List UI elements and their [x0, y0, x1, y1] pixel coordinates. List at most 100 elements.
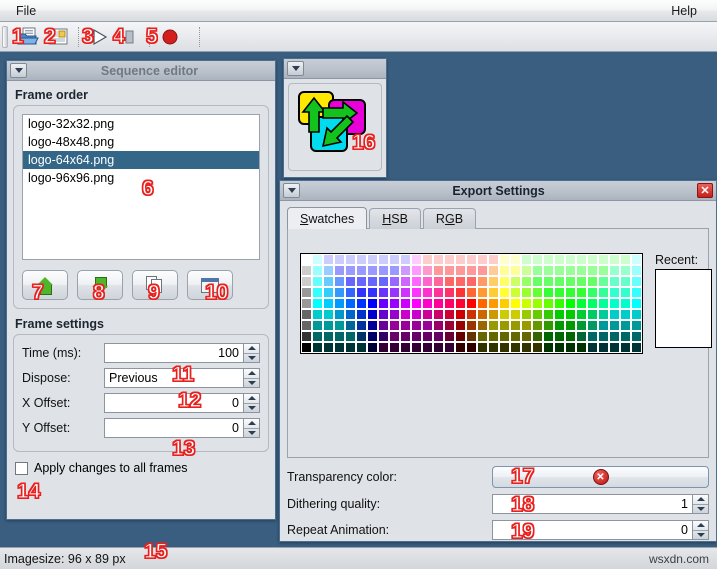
recent-color-swatch[interactable]	[678, 270, 689, 281]
color-swatch[interactable]	[521, 276, 532, 287]
list-item[interactable]: logo-64x64.png	[23, 151, 259, 169]
recent-color-swatch[interactable]	[667, 314, 678, 325]
color-swatch[interactable]	[312, 342, 323, 353]
toolbar-drag-handle[interactable]	[2, 26, 8, 48]
color-swatch[interactable]	[411, 265, 422, 276]
color-swatch[interactable]	[444, 320, 455, 331]
color-swatch[interactable]	[356, 265, 367, 276]
color-swatch[interactable]	[521, 342, 532, 353]
color-swatch[interactable]	[356, 331, 367, 342]
recent-color-swatch[interactable]	[656, 281, 667, 292]
color-swatch[interactable]	[565, 331, 576, 342]
color-swatch[interactable]	[631, 331, 642, 342]
color-swatch[interactable]	[488, 298, 499, 309]
color-swatch[interactable]	[389, 331, 400, 342]
color-swatch[interactable]	[488, 265, 499, 276]
color-swatch[interactable]	[466, 342, 477, 353]
color-swatch[interactable]	[576, 265, 587, 276]
color-swatch[interactable]	[455, 254, 466, 265]
color-swatch[interactable]	[631, 254, 642, 265]
color-swatch[interactable]	[345, 287, 356, 298]
color-swatch[interactable]	[631, 320, 642, 331]
color-swatch[interactable]	[323, 265, 334, 276]
color-swatch[interactable]	[587, 331, 598, 342]
color-swatch[interactable]	[400, 254, 411, 265]
color-swatch[interactable]	[477, 331, 488, 342]
color-swatch[interactable]	[312, 276, 323, 287]
color-swatch[interactable]	[609, 287, 620, 298]
color-swatch[interactable]	[521, 320, 532, 331]
preview-canvas[interactable]	[288, 83, 382, 171]
color-swatch[interactable]	[620, 287, 631, 298]
color-swatch[interactable]	[620, 276, 631, 287]
color-swatch[interactable]	[598, 342, 609, 353]
color-swatch[interactable]	[389, 320, 400, 331]
color-swatch[interactable]	[345, 265, 356, 276]
color-swatch[interactable]	[389, 298, 400, 309]
color-swatch[interactable]	[521, 287, 532, 298]
recent-color-swatch[interactable]	[667, 336, 678, 347]
color-swatch[interactable]	[334, 331, 345, 342]
color-swatch[interactable]	[455, 309, 466, 320]
color-swatch[interactable]	[301, 320, 312, 331]
color-swatch[interactable]	[554, 265, 565, 276]
color-swatch[interactable]	[466, 287, 477, 298]
color-swatch[interactable]	[334, 309, 345, 320]
recent-color-swatch[interactable]	[700, 336, 711, 347]
color-swatch[interactable]	[576, 342, 587, 353]
color-swatch[interactable]	[532, 342, 543, 353]
color-swatch[interactable]	[389, 287, 400, 298]
color-swatch[interactable]	[301, 331, 312, 342]
recent-color-swatch[interactable]	[678, 292, 689, 303]
repeat-animation-stepper[interactable]	[692, 520, 709, 540]
color-swatch[interactable]	[301, 309, 312, 320]
color-swatch[interactable]	[301, 287, 312, 298]
sequence-editor-titlebar[interactable]: Sequence editor	[7, 61, 275, 81]
color-swatch[interactable]	[543, 276, 554, 287]
color-swatch[interactable]	[411, 331, 422, 342]
color-swatch[interactable]	[334, 298, 345, 309]
color-swatch[interactable]	[389, 265, 400, 276]
color-swatch[interactable]	[389, 276, 400, 287]
color-swatch[interactable]	[301, 265, 312, 276]
color-swatch[interactable]	[510, 309, 521, 320]
color-swatch[interactable]	[554, 276, 565, 287]
color-swatch[interactable]	[400, 265, 411, 276]
color-swatch[interactable]	[356, 287, 367, 298]
color-swatch[interactable]	[587, 320, 598, 331]
duplicate-frame-button[interactable]	[132, 270, 178, 300]
color-swatch[interactable]	[543, 287, 554, 298]
color-swatch[interactable]	[488, 331, 499, 342]
color-swatch[interactable]	[598, 298, 609, 309]
color-swatch[interactable]	[422, 320, 433, 331]
color-swatch[interactable]	[477, 309, 488, 320]
color-swatch[interactable]	[312, 265, 323, 276]
color-swatch[interactable]	[312, 254, 323, 265]
color-swatch[interactable]	[532, 331, 543, 342]
color-swatch[interactable]	[620, 298, 631, 309]
color-swatch[interactable]	[609, 276, 620, 287]
color-swatch[interactable]	[521, 309, 532, 320]
recent-color-swatch[interactable]	[689, 314, 700, 325]
color-swatch[interactable]	[499, 298, 510, 309]
color-swatch[interactable]	[312, 309, 323, 320]
recent-color-swatch[interactable]	[678, 336, 689, 347]
color-swatch[interactable]	[510, 287, 521, 298]
color-swatch[interactable]	[323, 309, 334, 320]
color-swatch[interactable]	[499, 287, 510, 298]
color-swatch[interactable]	[521, 331, 532, 342]
color-swatch[interactable]	[543, 309, 554, 320]
time-stepper[interactable]	[243, 343, 260, 363]
color-swatch[interactable]	[620, 265, 631, 276]
color-swatch[interactable]	[378, 265, 389, 276]
color-swatch[interactable]	[576, 320, 587, 331]
color-swatch[interactable]	[565, 320, 576, 331]
color-swatch[interactable]	[466, 331, 477, 342]
recent-color-swatch[interactable]	[700, 314, 711, 325]
color-swatch[interactable]	[532, 309, 543, 320]
color-swatch[interactable]	[598, 287, 609, 298]
time-input[interactable]: 100	[104, 343, 243, 363]
color-swatch[interactable]	[543, 265, 554, 276]
color-swatch[interactable]	[598, 331, 609, 342]
move-down-button[interactable]	[77, 270, 123, 300]
